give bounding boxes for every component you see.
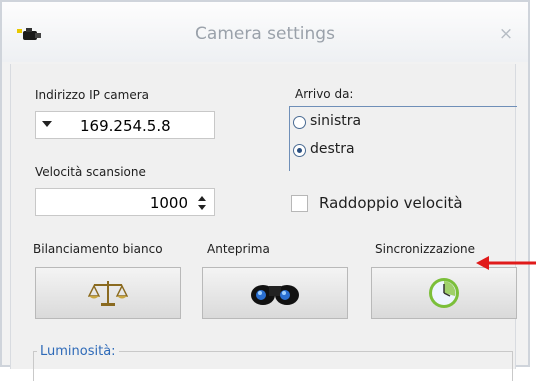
scan-speed-stepper[interactable]: 1000 xyxy=(35,188,215,216)
double-speed-checkbox[interactable] xyxy=(291,195,308,212)
arrival-divider-vertical xyxy=(289,106,290,171)
synchronization-button[interactable] xyxy=(371,267,517,319)
annotation-arrow-icon xyxy=(476,256,536,270)
radio-destra-label[interactable]: destra xyxy=(310,141,355,157)
title-bar: Camera settings × xyxy=(2,2,528,62)
binoculars-icon xyxy=(251,285,299,305)
white-balance-button[interactable] xyxy=(35,267,181,319)
preview-label: Anteprima xyxy=(207,242,270,256)
radio-sinistra-label[interactable]: sinistra xyxy=(310,113,361,129)
double-speed-label[interactable]: Raddoppio velocità xyxy=(319,194,463,212)
dropdown-arrow-icon[interactable] xyxy=(42,121,52,127)
window-title: Camera settings xyxy=(195,24,335,44)
sync-label: Sincronizzazione xyxy=(375,242,476,256)
settings-panel: Indirizzo IP camera 169.254.5.8 Velocità… xyxy=(10,64,517,381)
scan-speed-label: Velocità scansione xyxy=(35,165,146,179)
scan-speed-value: 1000 xyxy=(149,194,188,212)
white-balance-label: Bilanciamento bianco xyxy=(33,242,163,256)
brightness-title: Luminosità: xyxy=(37,344,119,359)
radio-destra[interactable] xyxy=(293,144,306,157)
spin-up-icon[interactable] xyxy=(198,196,206,201)
ip-camera-label: Indirizzo IP camera xyxy=(35,88,150,102)
radio-sinistra[interactable] xyxy=(293,116,306,129)
camera-settings-window: Camera settings × Indirizzo IP camera 16… xyxy=(0,0,530,381)
ip-camera-combobox[interactable]: 169.254.5.8 xyxy=(35,111,215,139)
arrival-divider xyxy=(289,106,517,107)
scales-icon xyxy=(88,281,128,306)
close-icon[interactable]: × xyxy=(496,24,516,44)
preview-button[interactable] xyxy=(202,267,348,319)
ip-camera-value: 169.254.5.8 xyxy=(80,117,171,135)
clock-icon xyxy=(429,278,459,308)
arrival-label: Arrivo da: xyxy=(295,87,354,101)
spin-down-icon[interactable] xyxy=(198,205,206,210)
